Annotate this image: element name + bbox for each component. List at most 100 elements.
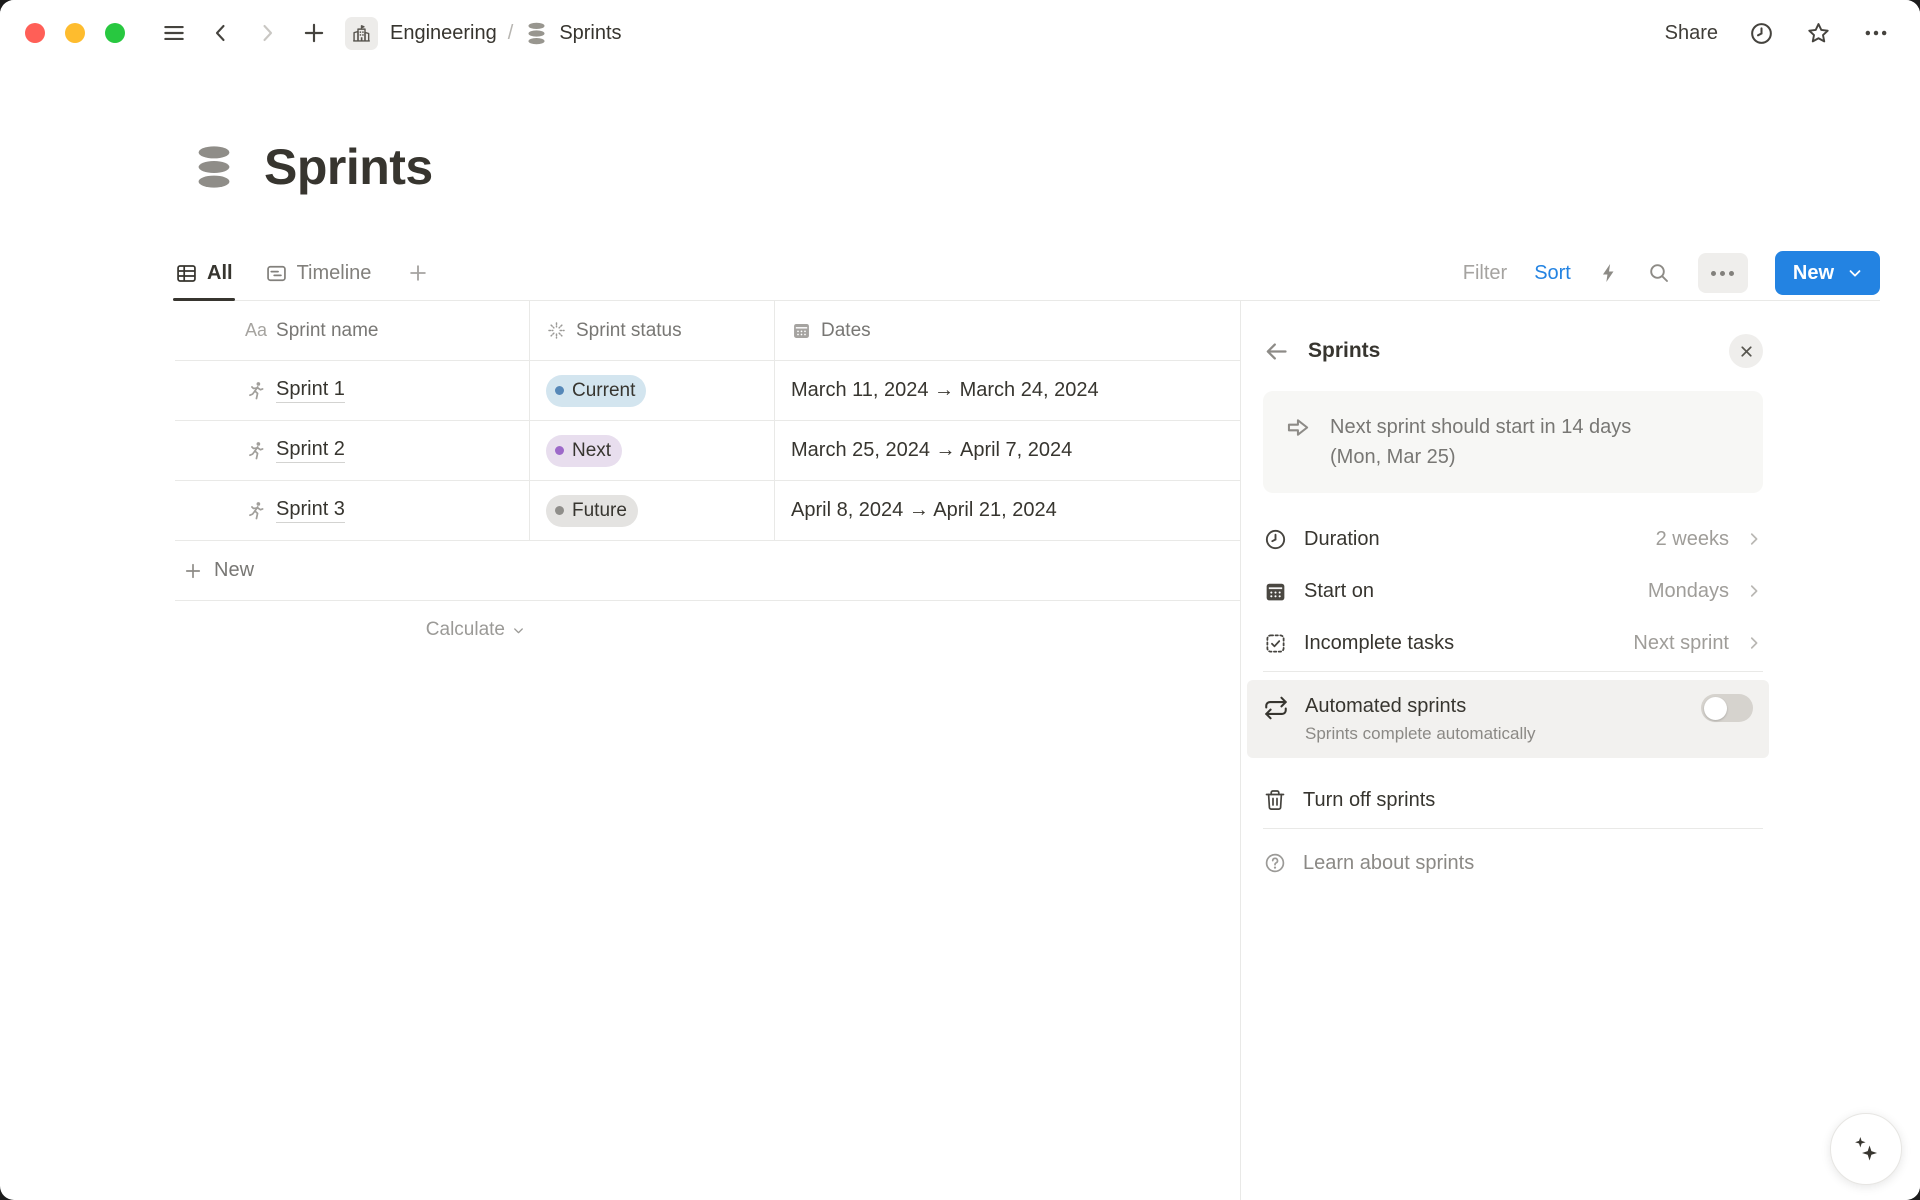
- callout-line1: Next sprint should start in 14 days: [1330, 412, 1631, 442]
- building-icon: [351, 23, 372, 44]
- lightning-icon: [1598, 262, 1620, 284]
- setting-duration[interactable]: Duration 2 weeks: [1263, 513, 1763, 565]
- notion-ai-button[interactable]: [1830, 1113, 1902, 1185]
- cell-sprint-status[interactable]: Current: [530, 361, 775, 420]
- sprint-name-link[interactable]: Sprint 3: [276, 498, 345, 523]
- status-badge: Future: [546, 495, 638, 527]
- panel-title: Sprints: [1308, 339, 1380, 363]
- page-more-button[interactable]: [1862, 19, 1890, 47]
- page-header: Sprints: [190, 138, 433, 196]
- sprint-name-link[interactable]: Sprint 1: [276, 378, 345, 403]
- close-icon: [1738, 343, 1755, 360]
- notion-window: Engineering / Sprints Share Sprints: [0, 0, 1920, 1200]
- learn-about-sprints-link[interactable]: Learn about sprints: [1263, 837, 1763, 889]
- breadcrumb: Engineering / Sprints: [345, 17, 622, 50]
- add-row-label: New: [214, 559, 254, 582]
- cell-sprint-name[interactable]: Sprint 3: [175, 481, 530, 540]
- clock-icon: [1748, 20, 1775, 47]
- calendar-icon: [1263, 579, 1288, 604]
- chevron-down-icon: [511, 623, 526, 638]
- share-button[interactable]: Share: [1665, 22, 1718, 45]
- sidebar-menu-button[interactable]: [161, 20, 187, 46]
- tab-timeline[interactable]: Timeline: [265, 246, 372, 300]
- learn-about-sprints-label: Learn about sprints: [1303, 852, 1474, 875]
- setting-value: Next sprint: [1633, 632, 1729, 655]
- star-icon: [1805, 20, 1832, 47]
- status-badge: Current: [546, 375, 646, 407]
- chevron-down-icon: [1846, 264, 1864, 282]
- plus-icon: [407, 262, 429, 284]
- table-row: Sprint 2 Next March 25, 2024 → April 7, …: [175, 421, 1240, 481]
- filter-button[interactable]: Filter: [1463, 262, 1507, 285]
- automated-sprints-toggle[interactable]: [1701, 694, 1753, 722]
- nav-back-button[interactable]: [209, 21, 233, 45]
- calendar-icon: [791, 320, 812, 341]
- breadcrumb-page[interactable]: Sprints: [524, 21, 621, 46]
- callout-line2: (Mon, Mar 25): [1330, 442, 1631, 472]
- setting-label: Duration: [1304, 528, 1640, 551]
- automations-button[interactable]: [1598, 262, 1620, 284]
- tab-all-label: All: [207, 262, 233, 285]
- tab-all[interactable]: All: [175, 246, 233, 300]
- cell-sprint-status[interactable]: Next: [530, 421, 775, 480]
- calculate-row: Calculate: [175, 601, 1240, 659]
- cell-sprint-status[interactable]: Future: [530, 481, 775, 540]
- nav-forward-button[interactable]: [255, 21, 279, 45]
- arrow-left-icon: [1263, 338, 1290, 365]
- date-range: March 11, 2024 → March 24, 2024: [791, 379, 1099, 402]
- sort-button[interactable]: Sort: [1534, 262, 1571, 285]
- turn-off-sprints-row[interactable]: Turn off sprints: [1263, 774, 1763, 826]
- date-range: April 8, 2024 → April 21, 2024: [791, 499, 1057, 522]
- close-window-button[interactable]: [25, 23, 45, 43]
- new-page-button[interactable]: [301, 20, 327, 46]
- chevron-right-icon: [1745, 530, 1763, 548]
- chevron-left-icon: [209, 21, 233, 45]
- search-icon: [1647, 261, 1671, 285]
- setting-incomplete-tasks[interactable]: Incomplete tasks Next sprint: [1263, 617, 1763, 669]
- cell-sprint-name[interactable]: Sprint 2: [175, 421, 530, 480]
- automated-sprints-title: Automated sprints: [1305, 692, 1685, 720]
- updates-button[interactable]: [1748, 20, 1775, 47]
- sparkles-icon: [1849, 1132, 1883, 1166]
- minimize-window-button[interactable]: [65, 23, 85, 43]
- status-dot-icon: [555, 446, 564, 455]
- search-view-button[interactable]: [1647, 261, 1671, 285]
- setting-start-on[interactable]: Start on Mondays: [1263, 565, 1763, 617]
- titlebar: Engineering / Sprints Share: [0, 0, 1920, 66]
- add-view-button[interactable]: [407, 262, 429, 284]
- timeline-view-icon: [265, 262, 288, 285]
- breadcrumb-workspace[interactable]: Engineering: [390, 22, 497, 45]
- view-options-button[interactable]: [1698, 253, 1748, 293]
- cell-dates[interactable]: March 11, 2024 → March 24, 2024: [775, 361, 1240, 420]
- status-label: Future: [572, 500, 627, 522]
- add-row-button[interactable]: New: [175, 541, 1240, 601]
- clock-icon: [1263, 527, 1288, 552]
- panel-back-button[interactable]: [1263, 338, 1290, 365]
- column-header-dates[interactable]: Dates: [775, 301, 1240, 360]
- table-view-icon: [175, 262, 198, 285]
- status-burst-icon: [546, 320, 567, 341]
- column-header-sprint-status[interactable]: Sprint status: [530, 301, 775, 360]
- cell-sprint-name[interactable]: Sprint 1: [175, 361, 530, 420]
- automated-sprints-row[interactable]: Automated sprints Sprints complete autom…: [1247, 680, 1769, 758]
- setting-label: Start on: [1304, 580, 1632, 603]
- panel-close-button[interactable]: [1729, 334, 1763, 368]
- cell-dates[interactable]: March 25, 2024 → April 7, 2024: [775, 421, 1240, 480]
- ellipsis-icon: [1862, 19, 1890, 47]
- chevron-right-icon: [255, 21, 279, 45]
- column-header-sprint-name[interactable]: Aa Sprint name: [175, 301, 530, 360]
- new-record-button[interactable]: New: [1775, 251, 1880, 295]
- zoom-window-button[interactable]: [105, 23, 125, 43]
- sprint-settings-panel: Sprints Next sprint should start in 14 d…: [1240, 301, 1920, 1200]
- workspace-icon-chip[interactable]: [345, 17, 378, 50]
- favorite-button[interactable]: [1805, 20, 1832, 47]
- sprint-name-link[interactable]: Sprint 2: [276, 438, 345, 463]
- tab-timeline-label: Timeline: [297, 262, 372, 285]
- calculate-cell[interactable]: Calculate: [175, 601, 530, 659]
- cell-dates[interactable]: April 8, 2024 → April 21, 2024: [775, 481, 1240, 540]
- view-tabbar: All Timeline Filter Sort New: [175, 246, 1880, 301]
- turn-off-sprints-label: Turn off sprints: [1303, 789, 1435, 812]
- hamburger-icon: [161, 20, 187, 46]
- dot: [1729, 271, 1734, 276]
- status-label: Next: [572, 440, 611, 462]
